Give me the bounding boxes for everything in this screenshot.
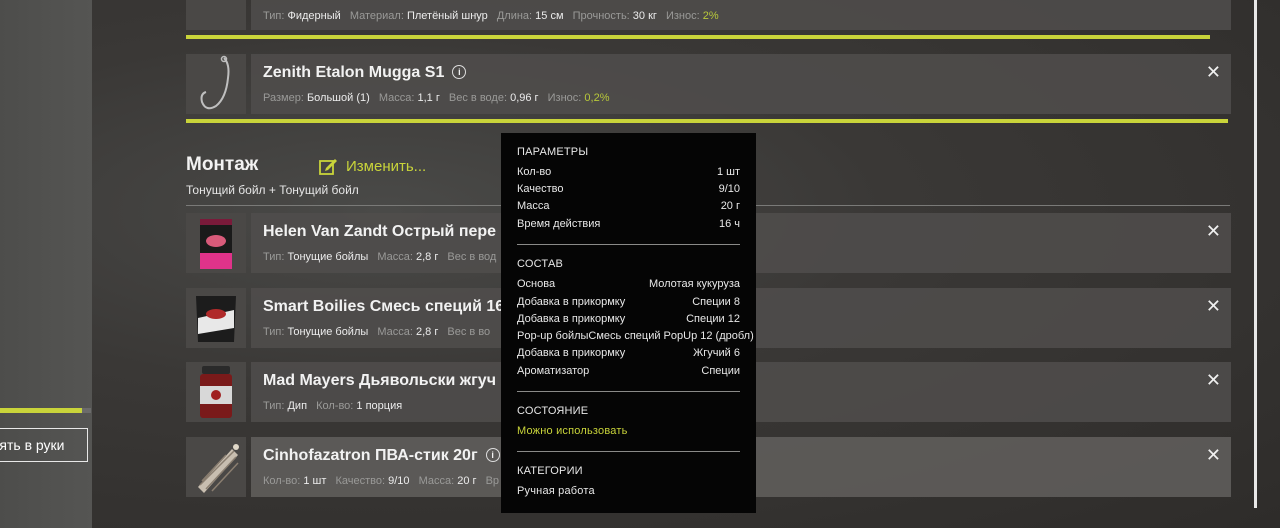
- edit-icon: [319, 159, 337, 175]
- tooltip-state-title: СОСТОЯНИЕ: [517, 405, 589, 417]
- bait-stat-quantity: Кол-во: 1 шт: [263, 475, 327, 487]
- tooltip-composition-row: Основа Молотая кукуруза: [517, 278, 740, 290]
- tooltip-params-title: ПАРАМЕТРЫ: [517, 146, 589, 158]
- line-thumbnail: [186, 0, 246, 30]
- tooltip-divider: [517, 391, 740, 392]
- tooltip-param-row: Время действия 16 ч: [517, 218, 740, 230]
- line-icon: [186, 0, 246, 30]
- hook-item-body: Zenith Etalon Mugga S1 i Размер: Большой …: [251, 54, 1231, 114]
- bait-name: Helen Van Zandt Острый пере: [263, 223, 497, 240]
- bait-stat-quality: Качество: 9/10: [335, 475, 410, 487]
- hook-name: Zenith Etalon Mugga S1 i: [263, 64, 467, 82]
- bait-stat-water-weight: Вес в вод: [447, 251, 497, 263]
- tooltip-composition-row: Добавка в прикормку Жгучий 6: [517, 347, 740, 359]
- edit-setup-label: Изменить...: [346, 157, 427, 175]
- hook-stats: Размер: Большой (1) Масса: 1,1 г Вес в в…: [263, 92, 615, 104]
- left-progress-fill: [0, 408, 82, 413]
- take-in-hands-button[interactable]: зять в руки: [0, 428, 88, 462]
- bait-remove-button[interactable]: ✕: [1206, 221, 1221, 242]
- bait-stats: Кол-во: 1 шт Качество: 9/10 Масса: 20 г …: [263, 475, 505, 487]
- bait-name: Mad Mayers Дьявольски жгуч: [263, 372, 496, 389]
- line-stat-type: Тип: Фидерный: [263, 10, 341, 22]
- line-item-body: Тип: Фидерный Материал: Плетёный шнур Дл…: [251, 0, 1231, 30]
- bait-thumbnail: [186, 213, 246, 273]
- bait-stat-mass: Масса: 20 г: [418, 475, 477, 487]
- item-tooltip: ПАРАМЕТРЫ Кол-во 1 шт Качество 9/10 Масса 2…: [501, 133, 756, 513]
- tooltip-composition-row: Добавка в прикормку Специи 12: [517, 313, 740, 325]
- tooltip-composition-row: Добавка в прикормку Специи 8: [517, 296, 740, 308]
- bait-remove-button[interactable]: ✕: [1206, 445, 1221, 466]
- bait-stat-water-weight: Вес в во: [447, 326, 491, 338]
- dip-jar-icon: [200, 366, 232, 418]
- bait-remove-button[interactable]: ✕: [1206, 296, 1221, 317]
- bait-stat-type: Тип: Тонущие бойлы: [263, 251, 369, 263]
- hook-underline: [186, 119, 1228, 123]
- tooltip-param-row: Масса 20 г: [517, 200, 740, 212]
- bait-stats: Тип: Тонущие бойлы Масса: 2,8 г Вес в во…: [263, 251, 502, 263]
- bait-stat-mass: Масса: 2,8 г: [377, 326, 439, 338]
- line-stat-material: Материал: Плетёный шнур: [349, 10, 488, 22]
- bait-stat-quantity: Кол-во: 1 порция: [316, 400, 403, 412]
- hook-stat-size: Размер: Большой (1): [263, 92, 370, 104]
- line-stats: Тип: Фидерный Материал: Плетёный шнур Дл…: [263, 10, 725, 22]
- bait-thumbnail: [186, 437, 246, 497]
- pva-stick-icon: [198, 444, 239, 493]
- bait-stat-duration: Вр: [485, 475, 500, 487]
- tooltip-param-row: Качество 9/10: [517, 183, 740, 195]
- bait-stat-type: Тип: Дип: [263, 400, 308, 412]
- hook-stat-water-weight: Вес в воде: 0,96 г: [448, 92, 539, 104]
- tooltip-composition-row: Ароматизатор Специи: [517, 365, 740, 377]
- line-item[interactable]: Тип: Фидерный Материал: Плетёный шнур Дл…: [186, 0, 1231, 30]
- boilie-jar-icon: [200, 219, 232, 269]
- take-in-hands-label: зять в руки: [0, 437, 65, 453]
- info-icon[interactable]: i: [485, 448, 500, 462]
- tooltip-divider: [517, 244, 740, 245]
- line-stat-strength: Прочность: 30 кг: [572, 10, 657, 22]
- line-underline: [186, 35, 1210, 39]
- setup-title: Монтаж: [186, 154, 259, 175]
- bait-remove-button[interactable]: ✕: [1206, 370, 1221, 391]
- tooltip-categories-title: КАТЕГОРИИ: [517, 465, 583, 477]
- bait-stats: Тип: Дип Кол-во: 1 порция: [263, 400, 408, 412]
- tooltip-categories-value: Ручная работа: [517, 485, 595, 497]
- bait-stat-mass: Масса: 2,8 г: [377, 251, 439, 263]
- line-stat-length: Длина: 15 см: [496, 10, 564, 22]
- hook-thumbnail: [186, 54, 246, 114]
- edit-setup-button[interactable]: Изменить...: [318, 156, 426, 176]
- bait-thumbnail: [186, 288, 246, 348]
- bait-name: Cinhofazatron ПВА-стик 20г i: [263, 447, 500, 465]
- left-progress-bar: [0, 408, 91, 413]
- bait-stats: Тип: Тонущие бойлы Масса: 2,8 г Вес в во: [263, 326, 496, 338]
- tooltip-param-row: Кол-во 1 шт: [517, 166, 740, 178]
- bait-name: Smart Boilies Смесь специй 16: [263, 298, 505, 315]
- hook-item[interactable]: Zenith Etalon Mugga S1 i Размер: Большой …: [186, 54, 1231, 114]
- hook-remove-button[interactable]: ✕: [1206, 62, 1221, 83]
- tooltip-composition-row: Pop-up бойлы Смесь специй PopUp 12 (дробл…: [517, 330, 754, 342]
- hook-stat-mass: Масса: 1,1 г: [378, 92, 440, 104]
- bait-thumbnail: [186, 362, 246, 422]
- bait-stat-type: Тип: Тонущие бойлы: [263, 326, 369, 338]
- setup-description: Тонущий бойл + Тонущий бойл: [186, 183, 359, 197]
- hook-stat-wear: Износ: 0,2%: [547, 92, 610, 104]
- line-stat-wear: Износ: 2%: [665, 10, 719, 22]
- boilie-bag-icon: [196, 296, 236, 342]
- tooltip-divider: [517, 451, 740, 452]
- right-border-line: [1254, 0, 1257, 508]
- tooltip-state-value: Можно использовать: [517, 425, 628, 437]
- hook-icon: [200, 55, 230, 110]
- tooltip-composition-title: СОСТАВ: [517, 258, 564, 270]
- info-icon[interactable]: i: [452, 65, 467, 79]
